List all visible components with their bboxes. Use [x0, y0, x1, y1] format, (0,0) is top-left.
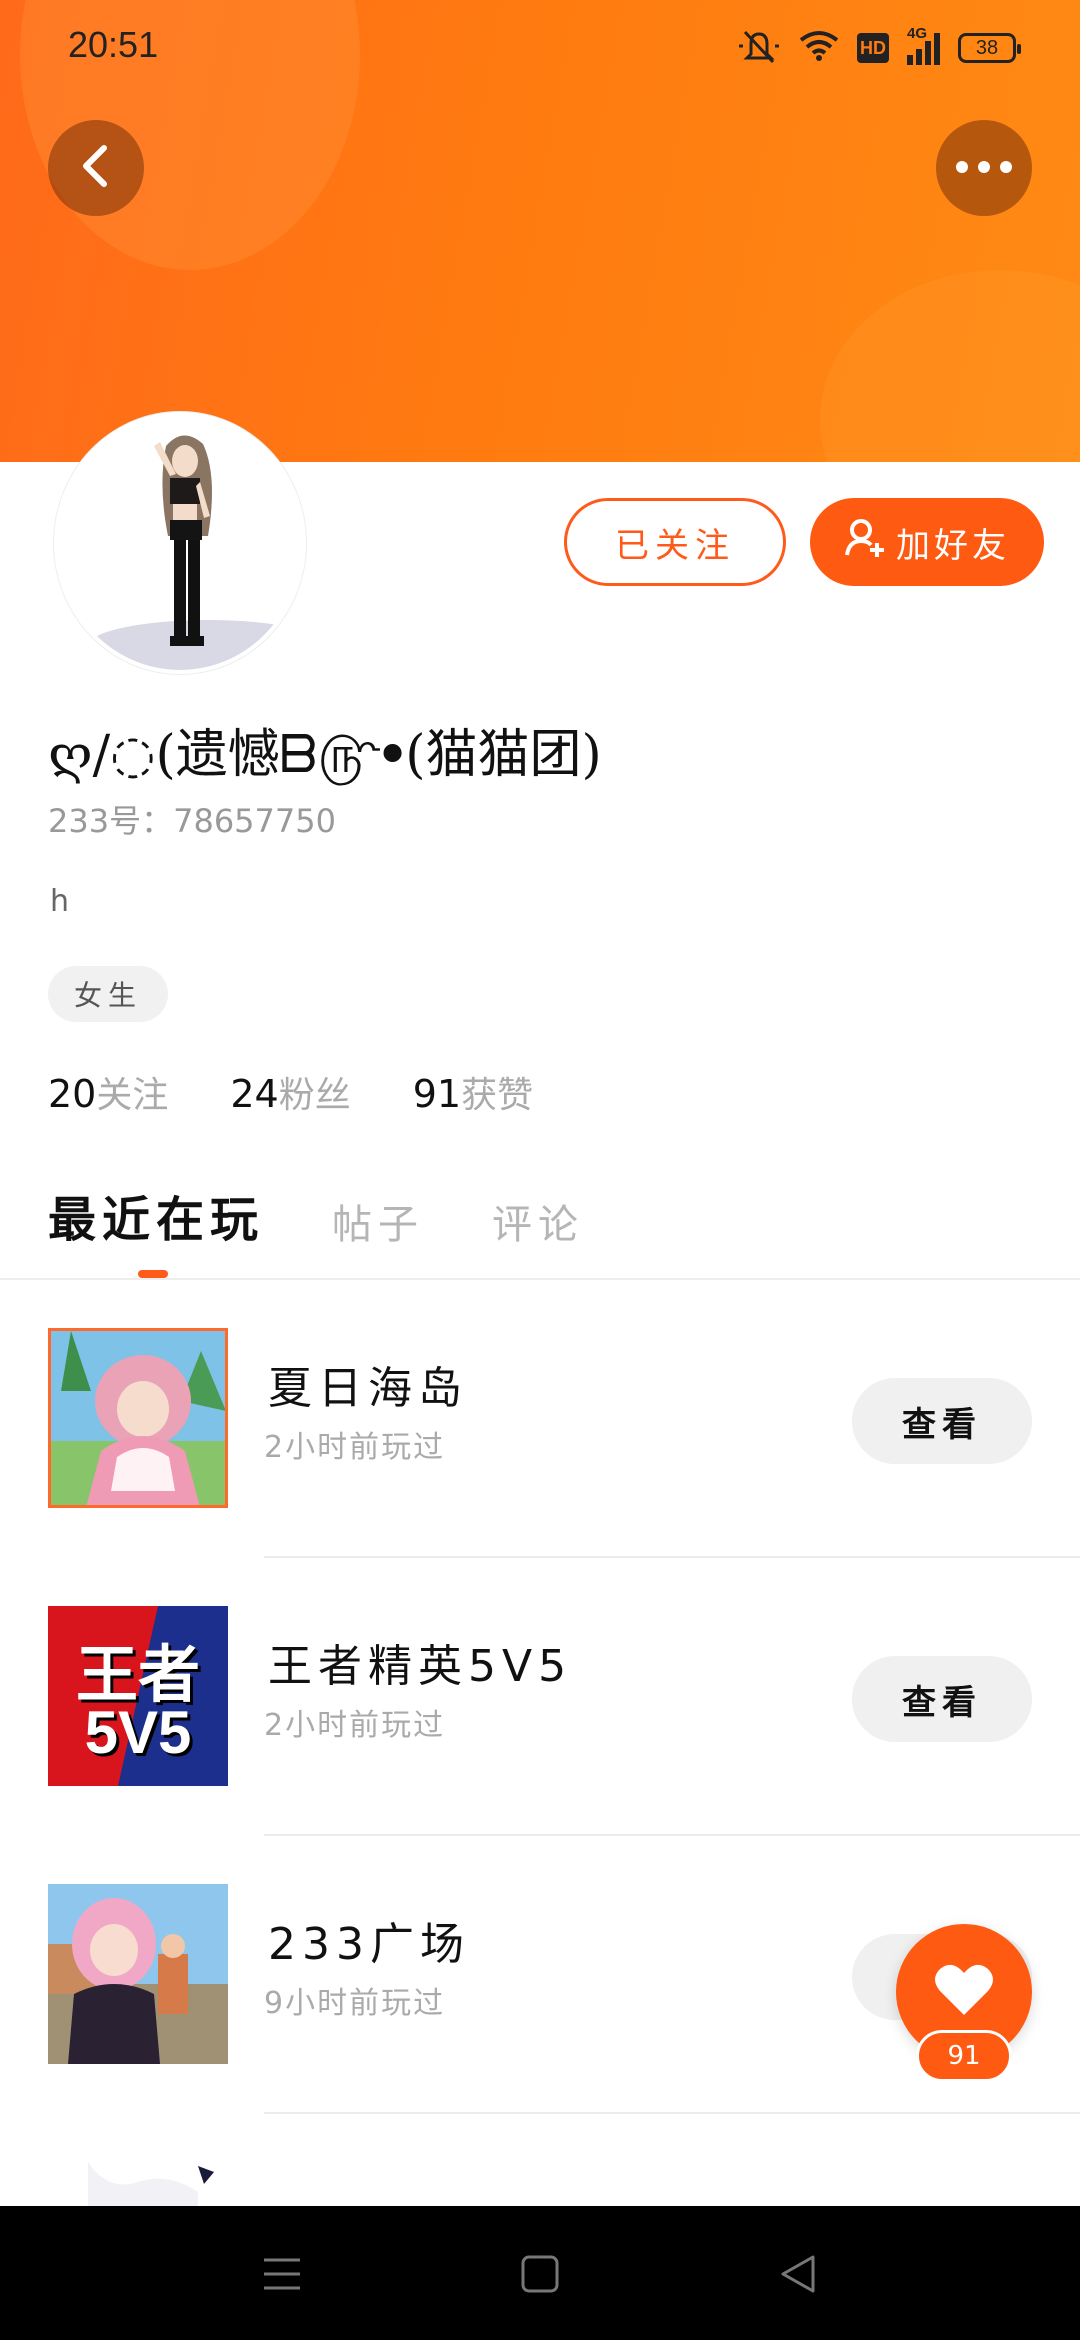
wifi-icon [799, 30, 839, 66]
stat-num: 24 [230, 1072, 279, 1116]
stat-following[interactable]: 20关注 [48, 1066, 168, 1118]
back-triangle-icon[interactable] [770, 2246, 826, 2302]
list-item[interactable]: 夏日海岛 2小时前玩过 查看 [0, 1280, 1080, 1558]
back-button[interactable] [48, 120, 144, 216]
tab-comments[interactable]: 评论 [492, 1192, 584, 1250]
like-count: 91 [916, 2030, 1012, 2082]
divider [264, 2112, 1080, 2114]
stat-likes[interactable]: 91获赞 [413, 1066, 533, 1118]
status-bar: 20:51 HD 4G 38 [0, 0, 1080, 96]
stat-num: 20 [48, 1072, 97, 1116]
game-last-played: 9小时前玩过 [264, 1986, 446, 2021]
tab-recent-playing[interactable]: 最近在玩 [48, 1180, 264, 1250]
game-last-played: 2小时前玩过 [264, 1708, 446, 1743]
add-user-icon [844, 517, 886, 568]
signal-4g-icon: 4G [907, 25, 940, 65]
followed-button[interactable]: 已关注 [564, 498, 786, 586]
user-id: 233号：78657750 [48, 796, 336, 842]
list-item[interactable]: 王者 5V5 王者精英5V5 2小时前玩过 查看 [0, 1558, 1080, 1836]
user-id-value: 78657750 [173, 802, 336, 840]
hd-icon: HD [857, 33, 889, 63]
tab-posts[interactable]: 帖子 [332, 1192, 424, 1250]
network-label: 4G [907, 25, 928, 42]
status-icons: HD 4G 38 [737, 25, 1021, 68]
battery-icon: 38 [958, 33, 1021, 63]
game-thumbnail[interactable]: 王者 5V5 [48, 1606, 228, 1786]
game-thumbnail [48, 2162, 228, 2206]
tab-active-indicator [138, 1270, 168, 1278]
add-friend-button[interactable]: 加好友 [810, 498, 1044, 586]
username: ღ/◌(遗憾ᗷ௹ꔷ(猫猫团) [48, 725, 602, 785]
add-friend-label: 加好友 [896, 525, 1010, 566]
game-name: 夏日海岛 [268, 1363, 468, 1414]
stat-label: 获赞 [461, 1075, 534, 1116]
game-thumbnail[interactable] [48, 1328, 228, 1508]
thumb-title-bottom: 5V5 [84, 1699, 192, 1766]
game-thumbnail[interactable] [48, 1884, 228, 2064]
more-button[interactable] [936, 120, 1032, 216]
status-time: 20:51 [68, 24, 159, 65]
gender-tag: 女生 [48, 966, 168, 1022]
stat-label: 粉丝 [278, 1075, 351, 1116]
profile-stats: 20关注 24粉丝 91获赞 [48, 1066, 533, 1118]
game-last-played: 2小时前玩过 [264, 1430, 446, 1465]
heart-icon [934, 1963, 994, 2021]
view-game-button[interactable]: 查看 [852, 1378, 1032, 1464]
system-nav-bar [0, 2206, 1080, 2340]
menu-icon[interactable] [254, 2246, 310, 2302]
profile-tabs: 最近在玩 帖子 评论 [48, 1180, 584, 1250]
stat-num: 91 [412, 1072, 462, 1116]
banner-decoration [820, 270, 1080, 462]
mute-icon [737, 28, 781, 68]
home-square-icon[interactable] [512, 2246, 568, 2302]
game-name: 王者精英5V5 [268, 1641, 573, 1692]
game-name: 233广场 [268, 1919, 470, 1970]
avatar[interactable] [54, 412, 306, 674]
more-dots-icon [954, 159, 1014, 178]
chevron-left-icon [76, 142, 116, 194]
stat-label: 关注 [96, 1075, 169, 1116]
list-item[interactable] [48, 2162, 228, 2206]
stat-followers[interactable]: 24粉丝 [230, 1066, 350, 1118]
bio: h [50, 884, 70, 919]
view-game-button[interactable]: 查看 [852, 1656, 1032, 1742]
user-id-label: 233号： [48, 802, 174, 840]
